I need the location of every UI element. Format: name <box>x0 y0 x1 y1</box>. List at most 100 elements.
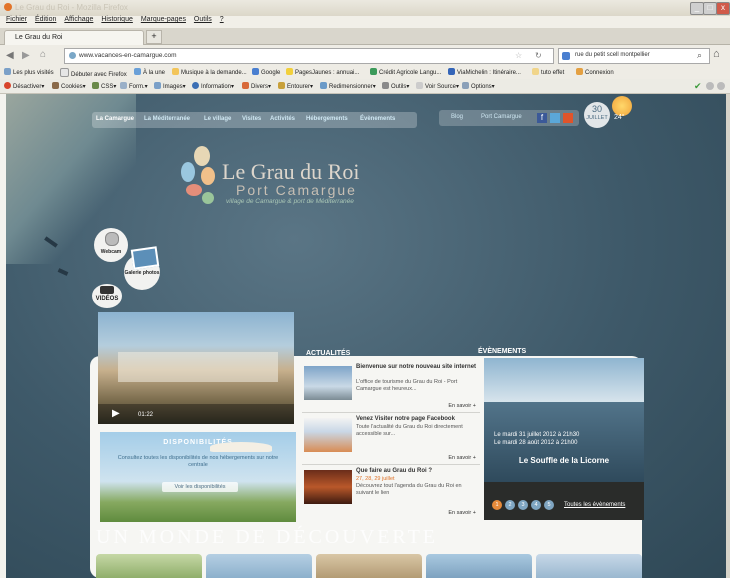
facebook-icon[interactable]: f <box>537 113 547 123</box>
event-page-5[interactable]: 5 <box>544 500 554 510</box>
page-scrollbar[interactable] <box>726 94 730 578</box>
bookmark-item[interactable]: À la une <box>134 68 165 76</box>
video-camera-icon <box>100 286 114 294</box>
bookmark-icon <box>448 68 455 75</box>
discovery-tile[interactable] <box>426 554 532 578</box>
bookmark-item[interactable]: Musique à la demande... <box>172 68 247 76</box>
toolbar-item[interactable]: Désactiver▾ <box>4 82 44 90</box>
bookmark-item[interactable]: Connexion <box>576 68 614 76</box>
toolbar-item[interactable]: Cookies▾ <box>52 82 86 90</box>
toolbar-item[interactable]: Images▾ <box>154 82 186 90</box>
search-text: rue du petit scell montpellier <box>575 52 650 58</box>
news-item[interactable]: Bienvenue sur notre nouveau site interne… <box>302 362 480 413</box>
minimize-button[interactable]: _ <box>690 2 704 15</box>
home-icon[interactable]: ⌂ <box>40 49 46 60</box>
cookie-icon <box>52 82 59 89</box>
nav-blog[interactable]: Blog <box>451 114 463 120</box>
video-player[interactable]: ▶ 01:22 <box>98 312 294 424</box>
news-title[interactable]: Que faire au Grau du Roi ? <box>356 468 478 475</box>
maximize-button[interactable]: □ <box>703 2 717 15</box>
toolbar-item[interactable]: CSS▾ <box>92 82 116 90</box>
back-icon[interactable]: ◀ <box>6 50 14 61</box>
news-read-more[interactable]: En savoir + <box>448 455 476 461</box>
event-page-2[interactable]: 2 <box>505 500 515 510</box>
menu-historique[interactable]: Historique <box>101 16 133 23</box>
news-title[interactable]: Venez Visiter notre page Facebook <box>356 416 478 423</box>
folder-icon <box>532 68 539 75</box>
event-date-1: Le mardi 31 juillet 2012 à 21h30 <box>494 432 580 438</box>
nav-visites[interactable]: Visites <box>242 116 261 122</box>
nav-evenements[interactable]: Évènements <box>360 116 395 122</box>
availability-banner: DISPONIBILITÉS Consultez toutes les disp… <box>100 432 296 522</box>
rss-icon[interactable] <box>563 113 573 123</box>
menu-fichier[interactable]: Fichier <box>6 16 27 23</box>
event-page-3[interactable]: 3 <box>518 500 528 510</box>
bookmark-item[interactable]: Crédit Agricole Langu... <box>370 68 441 76</box>
bookmark-item[interactable]: Google <box>252 68 280 76</box>
menu-marque-pages[interactable]: Marque-pages <box>141 16 186 23</box>
bookmark-item[interactable]: Débuter avec Firefox <box>60 68 127 78</box>
news-read-more[interactable]: En savoir + <box>448 403 476 409</box>
nav-activites[interactable]: Activités <box>270 116 295 122</box>
misc-icon <box>242 82 249 89</box>
news-item[interactable]: Venez Visiter notre page Facebook Toute … <box>302 414 480 465</box>
bookmark-icon <box>576 68 583 75</box>
search-icon[interactable]: ⌕ <box>697 50 702 61</box>
play-icon[interactable]: ▶ <box>112 408 120 419</box>
videos-bubble[interactable]: VIDÉOS <box>92 284 122 308</box>
webcam-bubble[interactable]: Webcam <box>94 228 128 262</box>
menu-help[interactable]: ? <box>220 16 224 23</box>
event-page-1[interactable]: 1 <box>492 500 502 510</box>
toolbar-item[interactable]: Divers▾ <box>242 82 271 90</box>
events-slideshow[interactable]: Le mardi 31 juillet 2012 à 21h30 Le mard… <box>484 358 644 520</box>
discovery-tile[interactable] <box>96 554 202 578</box>
video-controls <box>98 404 294 424</box>
tab-le-grau-du-roi[interactable]: Le Grau du Roi <box>4 30 144 45</box>
search-input[interactable]: rue du petit scell montpellier ⌕ <box>558 48 710 64</box>
bookmark-icon <box>252 68 259 75</box>
menu-edition[interactable]: Édition <box>35 16 56 23</box>
news-title[interactable]: Bienvenue sur notre nouveau site interne… <box>356 364 478 371</box>
url-bar[interactable]: www.vacances-en-camargue.com ☆ ↻ <box>64 48 554 64</box>
nav-la-camargue[interactable]: La Camargue <box>96 116 134 122</box>
event-page-4[interactable]: 4 <box>531 500 541 510</box>
menu-outils[interactable]: Outils <box>194 16 212 23</box>
toolbar-item[interactable]: Options▾ <box>462 82 495 90</box>
toolbar-item[interactable]: Information▾ <box>192 82 234 90</box>
nav-le-village[interactable]: Le village <box>204 116 231 122</box>
site-main-nav: La Camargue La Méditerranée Le village V… <box>92 112 417 128</box>
nav-hebergements[interactable]: Hébergements <box>306 116 348 122</box>
toolbar-item[interactable]: Voir Source▾ <box>416 82 459 90</box>
logo-emblem <box>176 146 220 206</box>
toolbar-item[interactable]: Outils▾ <box>382 82 409 90</box>
close-button[interactable]: x <box>716 2 730 15</box>
star-icon[interactable]: ☆ <box>515 51 522 60</box>
availability-button[interactable]: Voir les disponibilités <box>162 482 238 492</box>
outline-icon <box>278 82 285 89</box>
toolbar-item[interactable]: Redimensionner▾ <box>320 82 376 90</box>
nav-la-mediterranee[interactable]: La Méditerranée <box>144 116 190 122</box>
bookmark-item[interactable]: tuto effet <box>532 68 564 76</box>
home-button-icon[interactable]: ⌂ <box>713 48 720 60</box>
twitter-icon[interactable] <box>550 113 560 123</box>
menu-affichage[interactable]: Affichage <box>64 16 93 23</box>
bookmark-item[interactable]: PagesJaunes : annuai... <box>286 68 359 76</box>
news-read-more[interactable]: En savoir + <box>448 510 476 516</box>
toolbar-item[interactable]: Form.▾ <box>120 82 148 90</box>
event-title[interactable]: Le Souffle de la Licorne <box>484 456 644 465</box>
nav-port-camargue[interactable]: Port Camargue <box>481 114 522 120</box>
bookmark-item[interactable]: Les plus visités <box>4 68 54 76</box>
discovery-tile[interactable] <box>536 554 642 578</box>
bookmark-item[interactable]: ViaMichelin : Itinéraire... <box>448 68 521 76</box>
toolbar-item[interactable]: Entourer▾ <box>278 82 313 90</box>
news-item[interactable]: Que faire au Grau du Roi ? 27, 28, 29 ju… <box>302 466 480 522</box>
discovery-tile[interactable] <box>316 554 422 578</box>
all-events-link[interactable]: Toutes les évènements <box>564 502 625 508</box>
reload-icon[interactable]: ↻ <box>535 51 542 60</box>
google-icon <box>562 52 570 60</box>
gallery-bubble[interactable]: Galerie photos <box>124 246 160 290</box>
forward-icon[interactable]: ▶ <box>22 50 30 61</box>
new-tab-button[interactable]: + <box>146 30 162 44</box>
status-icon <box>717 82 725 90</box>
discovery-tile[interactable] <box>206 554 312 578</box>
